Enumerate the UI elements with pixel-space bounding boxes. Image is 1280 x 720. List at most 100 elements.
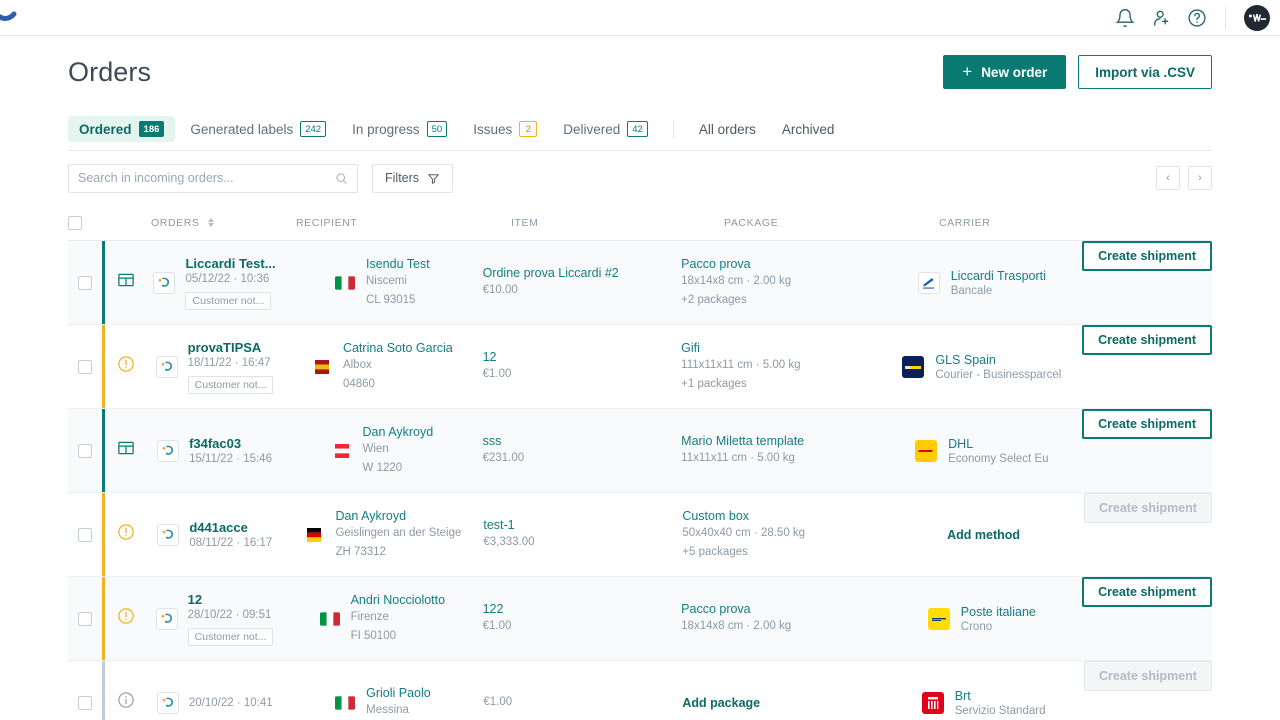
add-package-link[interactable]: Add package <box>682 696 883 710</box>
tab-label: All orders <box>699 122 756 137</box>
filters-button[interactable]: Filters <box>372 164 453 193</box>
tab-generated-labels[interactable]: Generated labels242 <box>179 116 337 143</box>
liccardi-logo-icon <box>918 272 940 294</box>
carrier-name[interactable]: Liccardi Trasporti <box>951 269 1046 283</box>
create-shipment-button[interactable]: Create shipment <box>1082 409 1212 439</box>
create-shipment-button: Create shipment <box>1084 661 1212 691</box>
recipient-cell: Grioli Paolo Messina <box>283 661 484 720</box>
actions-cell: Create shipment <box>1082 325 1212 408</box>
isendu-source-icon <box>157 524 179 546</box>
page-title: Orders <box>68 57 151 88</box>
package-title[interactable]: Gifi <box>681 341 881 355</box>
row-status-stripe <box>102 661 105 720</box>
package-dimensions: 50x40x40 cm · 28.50 kg <box>682 525 883 542</box>
carrier-name[interactable]: Brt <box>955 689 1046 703</box>
recipient-name[interactable]: Catrina Soto Garcia <box>343 341 453 355</box>
order-date: 20/10/22 · 10:41 <box>189 697 273 709</box>
pagination: ‹ › <box>1156 166 1212 190</box>
row-status-icon-cell <box>104 661 147 720</box>
recipient-name[interactable]: Dan Aykroyd <box>335 509 461 523</box>
actions-cell: Create shipment <box>1082 577 1212 660</box>
recipient-name[interactable]: Dan Aykroyd <box>363 425 434 439</box>
order-id-link[interactable]: Liccardi Test... <box>185 256 275 271</box>
recipient-name[interactable]: Andri Nocciolotto <box>351 593 446 607</box>
item-title[interactable]: Ordine prova Liccardi #2 <box>483 266 682 280</box>
package-dimensions: 18x14x8 cm · 2.00 kg <box>681 618 881 635</box>
isendu-source-icon <box>153 272 175 294</box>
tab-archived[interactable]: Archived <box>771 117 846 142</box>
carrier-name[interactable]: DHL <box>948 437 1048 451</box>
select-all-checkbox[interactable] <box>68 216 82 230</box>
row-checkbox[interactable] <box>78 612 92 626</box>
add-method-link[interactable]: Add method <box>947 528 1020 542</box>
top-bar <box>0 0 1280 36</box>
order-id-link[interactable]: 12 <box>188 592 274 607</box>
row-checkbox[interactable] <box>78 360 92 374</box>
row-checkbox[interactable] <box>78 444 92 458</box>
package-title[interactable]: Custom box <box>682 509 883 523</box>
create-shipment-button[interactable]: Create shipment <box>1082 241 1212 271</box>
recipient-city: Niscemi <box>366 273 430 290</box>
tab-in-progress[interactable]: In progress50 <box>341 116 458 143</box>
order-date: 18/11/22 · 16:47 <box>188 357 274 369</box>
next-page-button[interactable]: › <box>1188 166 1212 190</box>
plus-icon: + <box>962 63 972 80</box>
tab-delivered[interactable]: Delivered42 <box>552 116 659 143</box>
package-title[interactable]: Pacco prova <box>681 257 881 271</box>
item-title[interactable]: test-1 <box>483 518 682 532</box>
create-shipment-button[interactable]: Create shipment <box>1082 325 1212 355</box>
package-extra: +5 packages <box>682 544 883 561</box>
order-id-link[interactable]: d441acce <box>189 520 272 535</box>
row-checkbox[interactable] <box>78 696 92 710</box>
warning-icon <box>117 607 135 630</box>
bell-icon[interactable] <box>1115 8 1135 28</box>
tab-issues[interactable]: Issues2 <box>462 116 548 143</box>
package-cell: Gifi 111x11x11 cm · 5.00 kg +1 packages <box>681 325 881 408</box>
import-csv-button[interactable]: Import via .CSV <box>1078 55 1212 89</box>
order-id-link[interactable]: f34fac03 <box>189 436 272 451</box>
package-cell: Mario Miletta template 11x11x11 cm · 5.0… <box>681 409 881 492</box>
item-title[interactable]: sss <box>483 434 682 448</box>
table-row[interactable]: f34fac03 15/11/22 · 15:46 Dan Aykroyd Wi… <box>68 409 1212 493</box>
user-add-icon[interactable] <box>1151 8 1171 28</box>
recipient-cell: Dan Aykroyd Geislingen an der Steige ZH … <box>283 493 484 576</box>
carrier-name[interactable]: GLS Spain <box>935 353 1061 367</box>
prev-page-button[interactable]: ‹ <box>1156 166 1180 190</box>
recipient-name[interactable]: Grioli Paolo <box>366 686 431 700</box>
actions-cell: Create shipment <box>1082 241 1212 324</box>
order-date: 05/12/22 · 10:36 <box>185 273 275 285</box>
new-order-button[interactable]: + New order <box>943 55 1066 89</box>
sort-icon[interactable] <box>208 218 214 227</box>
package-extra: +2 packages <box>681 292 881 309</box>
package-title[interactable]: Mario Miletta template <box>681 434 881 448</box>
item-title[interactable]: 122 <box>483 602 682 616</box>
search-input[interactable] <box>78 171 335 185</box>
package-title[interactable]: Pacco prova <box>681 602 881 616</box>
recipient-zip: ZH 73312 <box>335 544 461 561</box>
item-title[interactable]: 12 <box>483 350 682 364</box>
table-row[interactable]: Liccardi Test... 05/12/22 · 10:36 Custom… <box>68 241 1212 325</box>
table-row[interactable]: d441acce 08/11/22 · 16:17 Dan Aykroyd Ge… <box>68 493 1212 577</box>
help-circle-icon[interactable] <box>1187 8 1207 28</box>
search-box[interactable] <box>68 164 358 193</box>
table-row[interactable]: 12 28/10/22 · 09:51 Customer not... Andr… <box>68 577 1212 661</box>
customer-note-tag: Customer not... <box>185 292 271 310</box>
order-id-link[interactable]: provaTIPSA <box>188 340 274 355</box>
brand-logo-icon <box>0 8 26 28</box>
row-checkbox[interactable] <box>78 528 92 542</box>
create-shipment-button[interactable]: Create shipment <box>1082 577 1212 607</box>
item-price: €1.00 <box>483 618 682 635</box>
package-cell: Add package <box>682 661 883 720</box>
tab-all-orders[interactable]: All orders <box>688 117 767 142</box>
carrier-name[interactable]: Poste italiane <box>961 605 1036 619</box>
header-actions: + New order Import via .CSV <box>943 55 1212 89</box>
carrier-service: Economy Select Eu <box>948 453 1048 465</box>
table-row[interactable]: provaTIPSA 18/11/22 · 16:47 Customer not… <box>68 325 1212 409</box>
avatar[interactable] <box>1244 5 1270 31</box>
table-row[interactable]: 20/10/22 · 10:41 Grioli Paolo Messina €1… <box>68 661 1212 720</box>
row-checkbox[interactable] <box>78 276 92 290</box>
flag-it-icon <box>335 276 355 290</box>
recipient-name[interactable]: Isendu Test <box>366 257 430 271</box>
column-header-orders[interactable]: ORDERS <box>151 217 296 229</box>
tab-ordered[interactable]: Ordered186 <box>68 116 175 143</box>
